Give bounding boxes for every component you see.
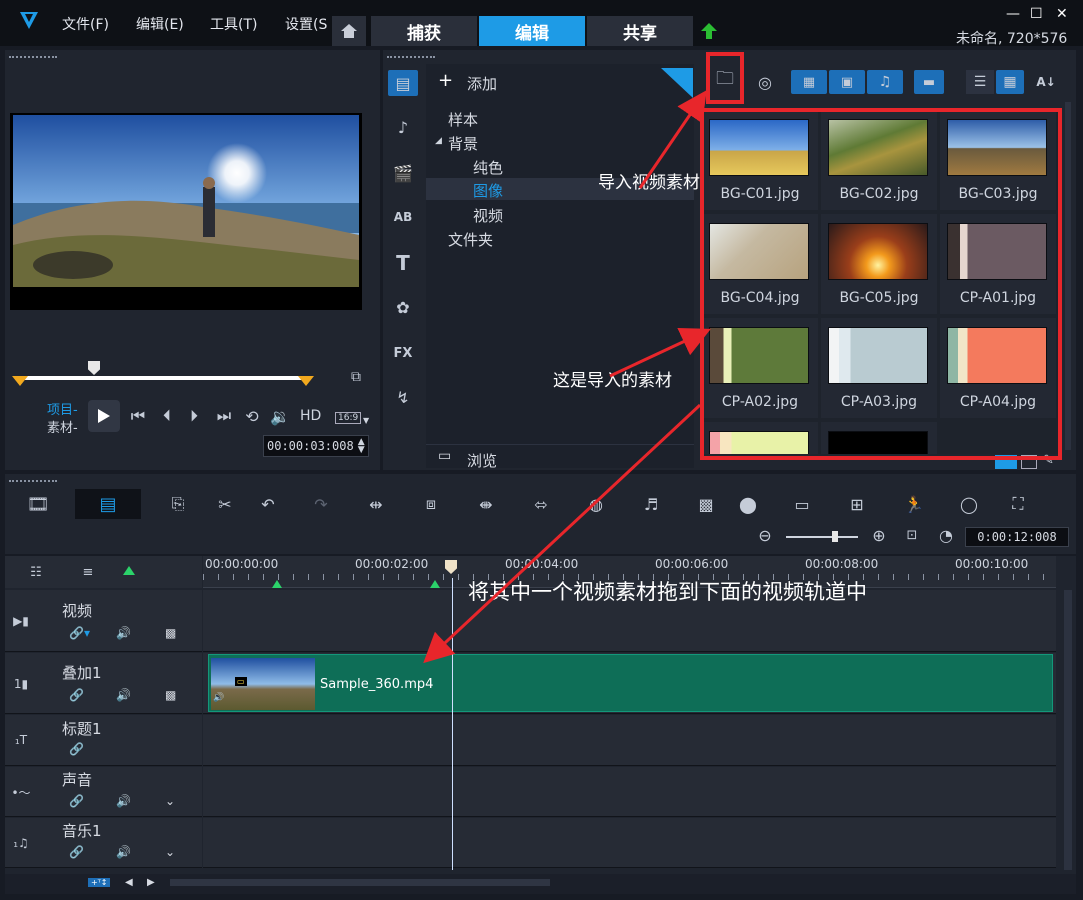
annotation-arrow (423, 403, 702, 664)
annotation-arrow (609, 328, 711, 378)
annotation-arrows (423, 90, 711, 664)
annotation-arrow (638, 90, 707, 189)
app-window: { "menu": ["文件(F)", "编辑(E)", "工具(T)", "设… (0, 0, 1083, 900)
